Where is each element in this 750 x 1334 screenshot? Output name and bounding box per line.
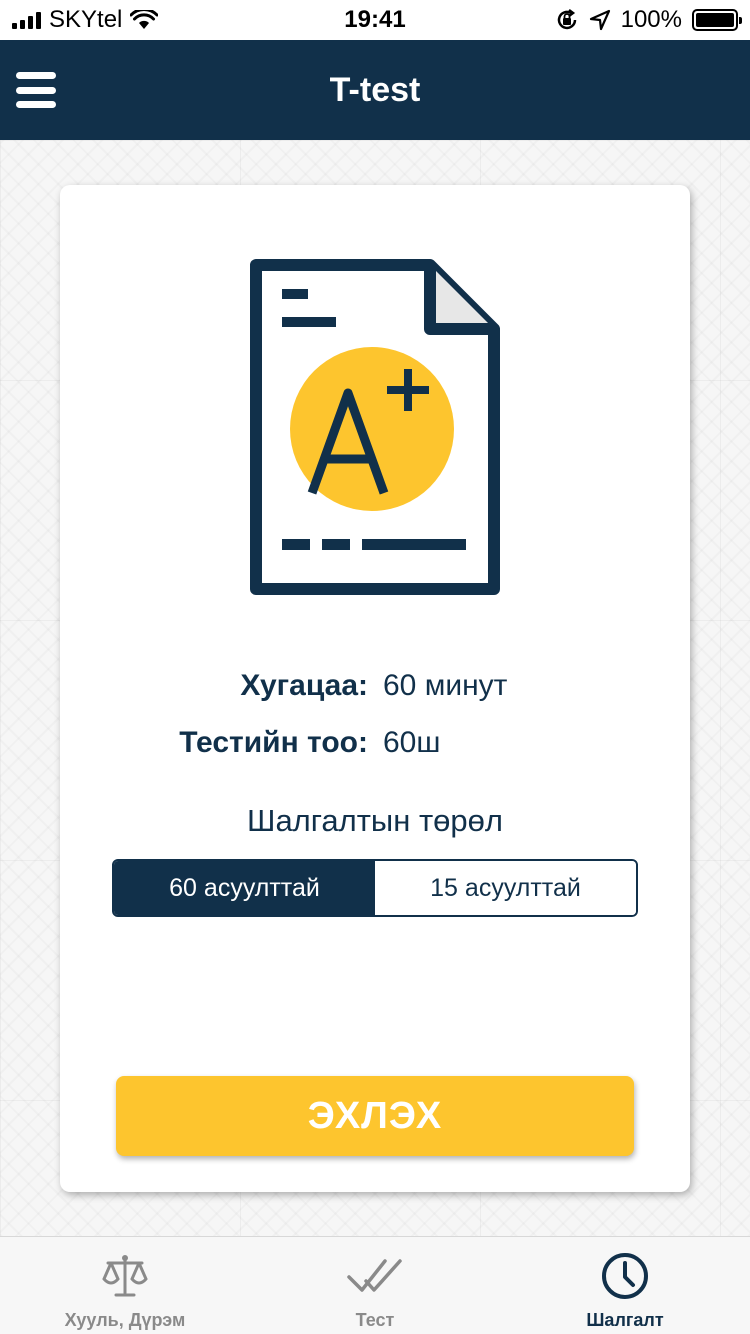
double-check-icon <box>347 1259 402 1292</box>
duration-value: 60 минут <box>383 669 508 702</box>
tab-label: Шалгалт <box>586 1310 664 1330</box>
segment-60-questions[interactable]: 60 асуулттай <box>114 861 375 915</box>
tab-laws-rules[interactable]: Хууль, Дүрэм <box>0 1237 250 1334</box>
exam-type-label: Шалгалтын төрөл <box>247 803 503 838</box>
tab-label: Тест <box>355 1310 395 1330</box>
exam-card: A+ Хугацаа: 60 минут Тестийн тоо: 60ш Ша… <box>60 185 690 1192</box>
scales-icon <box>102 1255 148 1297</box>
location-arrow-icon <box>589 9 610 31</box>
carrier-name: SKYtel <box>49 6 123 33</box>
tab-label: Хууль, Дүрэм <box>64 1310 186 1330</box>
test-count-value: 60ш <box>383 726 441 759</box>
status-left: SKYtel <box>12 6 159 34</box>
tab-bar: Хууль, Дүрэм Тест Шалгалт <box>0 1236 750 1334</box>
page-title: T-test <box>329 70 421 109</box>
wifi-icon <box>130 10 159 29</box>
hamburger-menu-icon[interactable] <box>16 70 56 110</box>
orientation-lock-icon <box>557 9 576 30</box>
status-right: 100% <box>555 6 742 34</box>
tab-exam[interactable]: Шалгалт <box>500 1237 750 1334</box>
start-button[interactable]: ЭХЛЭХ <box>116 1076 634 1156</box>
document-grade-a-plus-icon: A+ <box>250 259 500 595</box>
exam-type-selector: 60 асуулттай 15 асуулттай <box>112 859 638 917</box>
segment-15-questions[interactable]: 15 асуулттай <box>375 861 636 915</box>
clock-icon <box>602 1253 648 1299</box>
battery-percent: 100% <box>620 6 682 33</box>
duration-row: Хугацаа: 60 минут <box>60 661 690 711</box>
tab-test[interactable]: Тест <box>250 1237 500 1334</box>
test-count-row: Тестийн тоо: 60ш <box>60 718 690 768</box>
status-bar: SKYtel 19:41 100% <box>0 0 750 40</box>
test-count-label: Тестийн тоо: <box>179 726 368 759</box>
battery-icon <box>692 9 742 31</box>
nav-bar: T-test <box>0 40 750 140</box>
signal-icon <box>12 11 41 29</box>
grade-text: A+ <box>250 259 252 260</box>
duration-label: Хугацаа: <box>240 669 368 702</box>
